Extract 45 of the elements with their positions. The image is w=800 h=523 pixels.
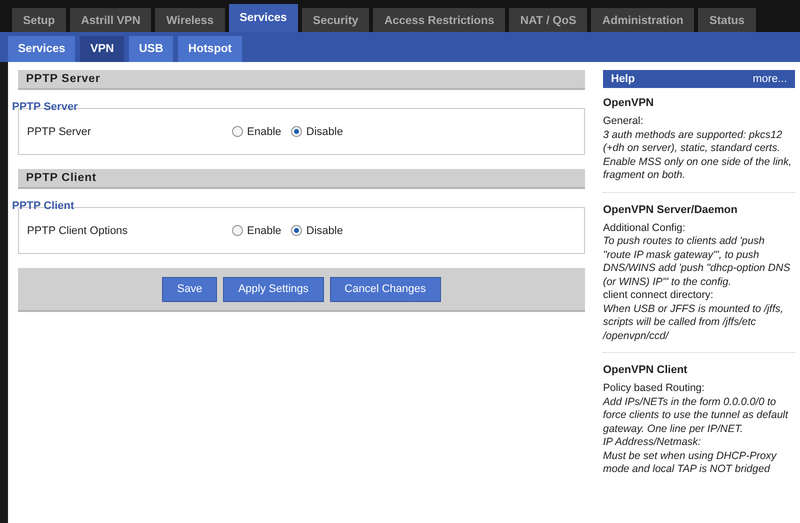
nav-tab[interactable]: Setup bbox=[12, 8, 66, 32]
nav-tab[interactable]: Services bbox=[228, 4, 298, 32]
radio-button[interactable] bbox=[232, 126, 243, 137]
fieldset-legend: PPTP Server bbox=[12, 101, 78, 113]
nav-tab[interactable]: Administration bbox=[591, 8, 694, 32]
setting-label: PPTP Client Options bbox=[27, 224, 129, 236]
help-text: To push routes to clients add 'push "route IP mask gateway"', to push DNS/WINS add 'push "dhcp-option DNS (or WINS) IP"' to the config. bbox=[603, 235, 792, 289]
help-heading: OpenVPN bbox=[603, 97, 655, 109]
fieldset-legend: PPTP Client bbox=[12, 200, 74, 212]
help-text: Must be set when using DHCP-Proxy mode and local TAP is NOT bridged bbox=[603, 450, 778, 476]
sub-tab[interactable]: Services bbox=[8, 36, 76, 62]
nav-tab[interactable]: Access Restrictions bbox=[373, 8, 506, 32]
radio-button[interactable] bbox=[291, 126, 302, 137]
action-button[interactable]: Apply Settings bbox=[223, 276, 324, 302]
help-label: General: bbox=[603, 115, 644, 128]
help-heading: OpenVPN Server/Daemon bbox=[603, 204, 738, 216]
help-text: When USB or JFFS is mounted to /jffs, scripts will be called from /jffs/etc /openvpn/ccd/ bbox=[603, 302, 784, 343]
help-title: Help bbox=[611, 73, 635, 85]
sub-tab[interactable]: Hotspot bbox=[178, 36, 242, 62]
nav-tab[interactable]: Astrill VPN bbox=[70, 8, 152, 32]
radio-button[interactable] bbox=[232, 225, 243, 236]
radio-label: Disable bbox=[306, 126, 343, 138]
section-header: PPTP Server bbox=[18, 70, 585, 90]
nav-tab[interactable]: Status bbox=[698, 8, 756, 32]
nav-tab[interactable]: Security bbox=[302, 8, 370, 32]
nav-tab[interactable]: Wireless bbox=[155, 8, 225, 32]
help-text: Add IPs/NETs in the form 0.0.0.0/0 to force clients to use the tunnel as default gateway. One line per IP/NET. bbox=[603, 396, 790, 436]
setting-label: PPTP Server bbox=[27, 126, 92, 138]
action-button[interactable]: Cancel Changes bbox=[330, 276, 441, 302]
help-label: Additional Config: bbox=[603, 222, 686, 235]
radio-label: Enable bbox=[247, 126, 282, 138]
sub-tab[interactable]: VPN bbox=[80, 36, 124, 62]
help-heading: OpenVPN Client bbox=[603, 364, 688, 376]
more-link[interactable]: more... bbox=[752, 73, 787, 85]
help-text: IP Address/Netmask: bbox=[603, 436, 702, 450]
section-header: PPTP Client bbox=[18, 169, 585, 189]
radio-button[interactable] bbox=[291, 225, 302, 236]
help-text: 3 auth methods are supported: pkcs12 (+dh on server), static, standard certs. Enable MSS only on one side of the link, fragment on both. bbox=[603, 128, 793, 182]
help-label: Policy based Routing: bbox=[603, 382, 706, 396]
sub-tab[interactable]: USB bbox=[128, 36, 174, 62]
radio-label: Enable bbox=[247, 224, 282, 236]
action-button[interactable]: Save bbox=[162, 276, 218, 302]
help-label: client connect directory: bbox=[603, 289, 714, 302]
nav-tab[interactable]: NAT / QoS bbox=[509, 8, 588, 32]
radio-label: Disable bbox=[306, 224, 343, 236]
